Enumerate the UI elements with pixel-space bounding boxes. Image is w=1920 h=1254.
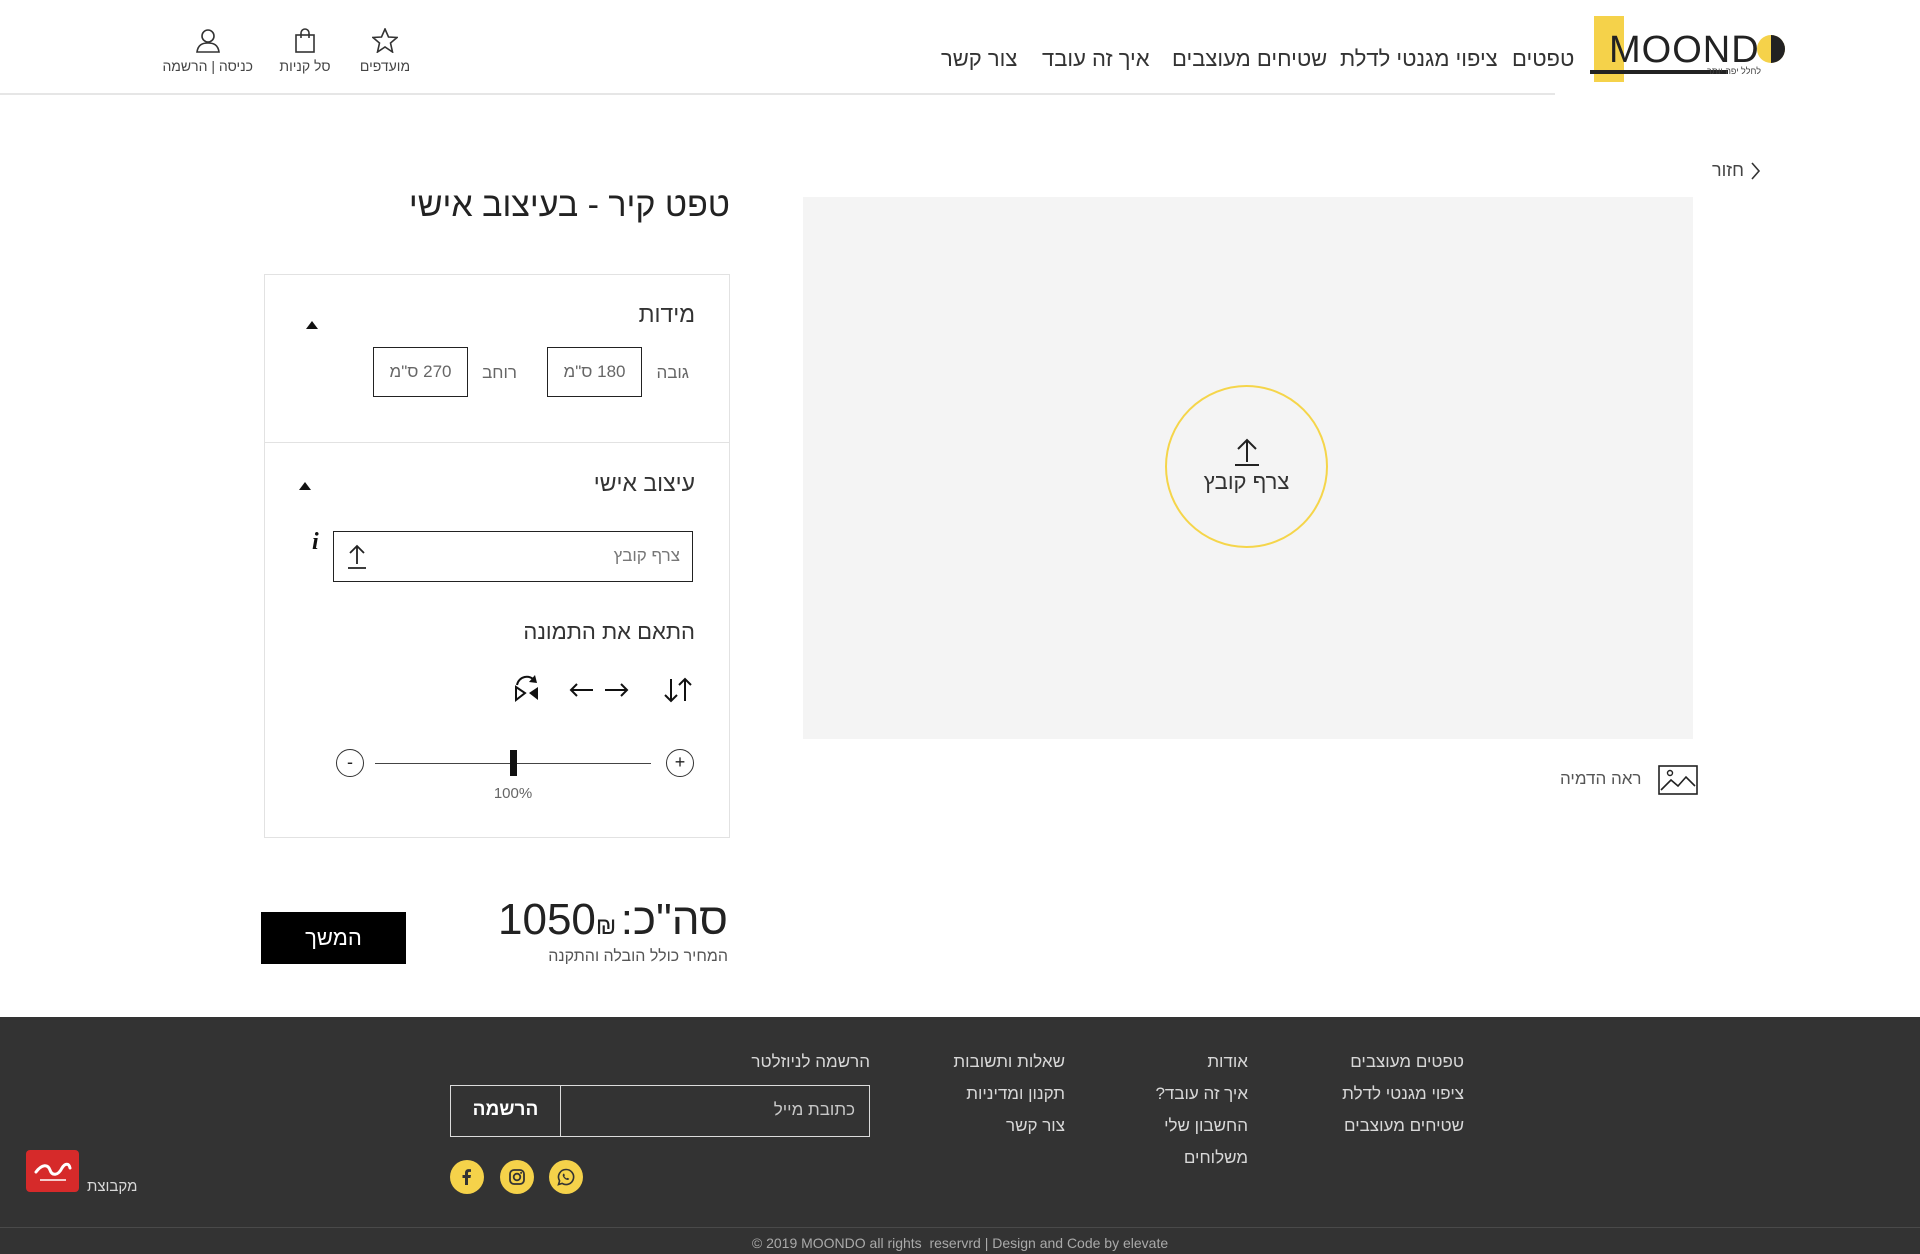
rotate-icon <box>515 675 538 703</box>
height-label: גובה <box>656 363 689 382</box>
group-logo[interactable] <box>26 1150 79 1192</box>
whatsapp-icon <box>557 1168 575 1186</box>
currency-symbol: ₪ <box>595 913 617 940</box>
section-divider <box>265 442 729 443</box>
newsletter-form: כתובת מייל הרשמה <box>450 1085 870 1137</box>
instagram-button[interactable] <box>500 1160 534 1194</box>
product-options-panel: מידות גובה 180 ס"מ רוחב 270 ס"מ עיצוב אי… <box>264 274 730 838</box>
back-link[interactable]: חזור <box>1712 160 1761 181</box>
footer-divider <box>0 1227 1920 1228</box>
zoom-out-button[interactable]: - <box>336 749 364 777</box>
flip-vertical-button[interactable] <box>659 675 695 710</box>
login-button[interactable]: כניסה | הרשמה <box>162 28 253 74</box>
newsletter-title: הרשמה לניוזלטר <box>751 1052 870 1071</box>
logo-tagline: לחלל יפה יותר <box>1707 66 1762 76</box>
footer-link-how-it-works[interactable]: איך זה עובד? <box>1155 1084 1248 1104</box>
email-field[interactable]: כתובת מייל <box>774 1100 855 1120</box>
nav-wallpapers[interactable]: טפטים <box>1512 46 1574 72</box>
shopping-bag-icon <box>295 28 315 53</box>
footer-link-rugs[interactable]: שטיחים מעוצבים <box>1344 1116 1464 1136</box>
whatsapp-button[interactable] <box>549 1160 583 1194</box>
favorites-button[interactable]: מועדפים <box>350 28 420 74</box>
login-label: כניסה | הרשמה <box>162 58 253 74</box>
favorites-label: מועדפים <box>359 58 411 74</box>
site-header: MOOND לחלל יפה יותר טפטים ציפוי מגנטי לד… <box>0 0 1920 94</box>
rotate-button[interactable] <box>512 673 542 710</box>
upload-file-button[interactable]: צרף קובץ <box>1165 385 1328 548</box>
upload-circle-label: צרף קובץ <box>1203 469 1290 494</box>
image-icon <box>1658 765 1698 795</box>
footer-link-faq[interactable]: שאלות ותשובות <box>953 1052 1065 1072</box>
dimensions-title: מידות <box>638 301 695 327</box>
zoom-value: 100% <box>493 785 533 802</box>
svg-text:MOOND: MOOND <box>1609 29 1760 71</box>
footer-link-contact[interactable]: צור קשר <box>1006 1116 1065 1136</box>
back-label: חזור <box>1712 160 1744 180</box>
price-amount: 1050 <box>498 895 596 944</box>
nav-contact[interactable]: צור קשר <box>941 46 1017 72</box>
footer-link-my-account[interactable]: החשבון שלי <box>1164 1116 1248 1136</box>
chevron-right-icon <box>1751 162 1761 180</box>
file-upload-field[interactable]: צרף קובץ <box>333 531 693 582</box>
zoom-in-button[interactable]: + <box>666 749 694 777</box>
facebook-button[interactable] <box>450 1160 484 1194</box>
adjust-image-title: התאם את התמונה <box>523 619 695 644</box>
price-note: המחיר כולל הובלה והתקנה <box>548 948 728 965</box>
user-icon <box>196 29 220 53</box>
logo[interactable]: MOOND לחלל יפה יותר <box>1587 16 1790 84</box>
nav-how-it-works[interactable]: איך זה עובד <box>1042 46 1150 72</box>
total-label: סה"כ: <box>620 895 728 944</box>
header-divider <box>0 93 1555 95</box>
info-icon[interactable]: i <box>312 529 319 556</box>
footer-link-wallpapers[interactable]: טפטים מעוצבים <box>1350 1052 1464 1072</box>
facebook-icon <box>462 1169 471 1185</box>
width-input[interactable]: 270 ס"מ <box>373 347 468 397</box>
arrows-horizontal-icon <box>569 683 629 697</box>
zoom-slider-handle[interactable] <box>510 750 517 776</box>
view-simulation-label: ראה הדמיה <box>1560 769 1642 789</box>
arrows-vertical-icon <box>664 677 692 703</box>
group-logo-mark <box>34 1162 72 1181</box>
footer-link-terms[interactable]: תקנון ומדיניות <box>966 1084 1065 1104</box>
product-title: טפט קיר - בעיצוב אישי <box>408 186 730 224</box>
footer-link-about[interactable]: אודות <box>1207 1052 1248 1072</box>
file-placeholder: צרף קובץ <box>613 546 680 565</box>
copyright: © 2019 MOONDO all rights reservrd | Desi… <box>751 1235 1169 1251</box>
personal-design-title: עיצוב אישי <box>593 470 695 496</box>
footer-link-magnetic-door[interactable]: ציפוי מגנטי לדלת <box>1342 1084 1464 1104</box>
triangle-up-icon <box>306 321 318 329</box>
design-preview: צרף קובץ <box>803 197 1693 739</box>
footer-link-shipping[interactable]: משלוחים <box>1184 1148 1248 1168</box>
cart-button[interactable]: סל קניות <box>270 28 340 74</box>
upload-icon <box>1234 438 1259 466</box>
upload-icon <box>348 544 366 569</box>
triangle-up-icon <box>299 482 311 490</box>
instagram-icon <box>509 1169 525 1185</box>
width-label: רוחב <box>482 363 517 382</box>
cart-label: סל קניות <box>279 58 331 74</box>
star-icon <box>372 28 398 53</box>
subscribe-button[interactable]: הרשמה <box>451 1086 561 1136</box>
nav-magnetic-door[interactable]: ציפוי מגנטי לדלת <box>1340 46 1498 72</box>
view-simulation-link[interactable]: ראה הדמיה <box>1560 765 1698 795</box>
dimensions-collapse-toggle[interactable] <box>305 317 319 335</box>
flip-horizontal-button[interactable] <box>569 677 631 708</box>
price-total: סה"כ: 1050₪ <box>498 895 728 945</box>
design-collapse-toggle[interactable] <box>298 478 312 496</box>
height-input[interactable]: 180 ס"מ <box>547 347 642 397</box>
continue-button[interactable]: המשך <box>261 912 406 964</box>
nav-rugs[interactable]: שטיחים מעוצבים <box>1172 46 1327 72</box>
group-label: מקבוצת <box>87 1178 138 1195</box>
